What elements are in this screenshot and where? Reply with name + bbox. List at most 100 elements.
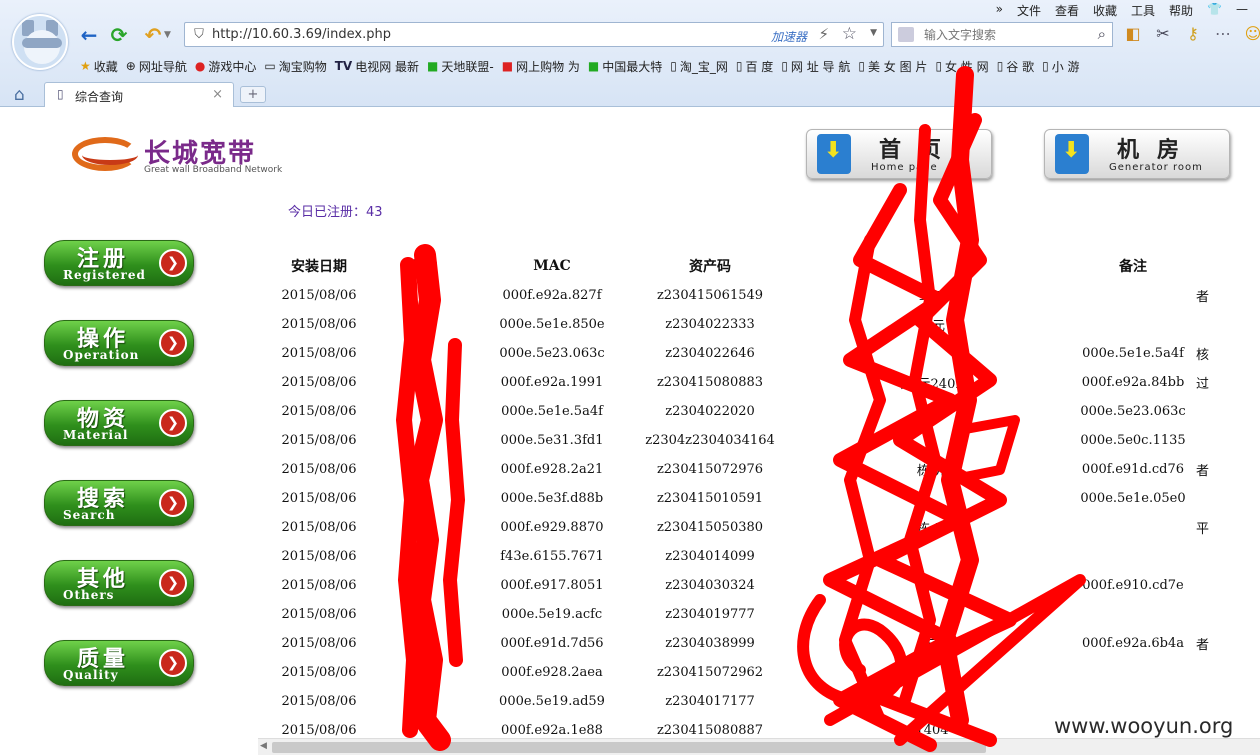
cell-address bbox=[794, 542, 1070, 571]
cell-address: 单元 bbox=[918, 319, 945, 334]
sidebar-item-material[interactable]: 物资 Material ❯ bbox=[44, 400, 194, 446]
bookmark-label: 淘_宝_网 bbox=[679, 59, 728, 74]
cell-mac: 000f.e92a.1991 bbox=[500, 375, 604, 390]
globe-icon: ⊕ bbox=[125, 59, 136, 73]
sidebar-item-search[interactable]: 搜索 Search ❯ bbox=[44, 480, 194, 526]
cell-extra bbox=[1196, 600, 1236, 629]
chevron-right-icon: ❯ bbox=[159, 489, 187, 517]
overflow-chevron-icon[interactable]: » bbox=[996, 2, 1003, 18]
cell-asset: z2304038999 bbox=[665, 636, 755, 651]
search-icon[interactable]: ⌕ bbox=[1098, 25, 1106, 43]
cell-extra bbox=[1196, 542, 1236, 571]
bookmark-item[interactable]: ▯ 谷 歌 bbox=[995, 56, 1040, 76]
close-icon[interactable]: × bbox=[212, 87, 223, 102]
cell-mac: 000f.e91d.7d56 bbox=[500, 636, 604, 651]
home-page-button[interactable]: ⬇ 首页 Home page bbox=[806, 129, 992, 179]
cell-date: 2015/08/06 bbox=[281, 694, 357, 709]
address-url[interactable]: http://10.60.3.69/index.php bbox=[212, 27, 391, 42]
address-dropdown-icon[interactable]: ▼ bbox=[870, 28, 877, 38]
sidebar-item-operation[interactable]: 操作 Operation ❯ bbox=[44, 320, 194, 366]
scrollbar-thumb[interactable] bbox=[272, 742, 986, 753]
cell-asset: z2304030324 bbox=[665, 578, 755, 593]
horizontal-scrollbar[interactable]: ◀ bbox=[258, 738, 1260, 755]
bookmark-item[interactable]: ▯ 淘_宝_网 bbox=[668, 56, 734, 76]
scroll-left-icon[interactable]: ◀ bbox=[260, 741, 267, 751]
cell-note bbox=[1070, 658, 1196, 687]
menu-help[interactable]: 帮助 bbox=[1169, 2, 1193, 18]
sidebar-item-registered[interactable]: 注册 Registered ❯ bbox=[44, 240, 194, 286]
refresh-icon[interactable]: ⟳ bbox=[108, 24, 130, 46]
bookmark-item[interactable]: ● 游戏中心 bbox=[193, 56, 263, 76]
bolt-icon[interactable]: ⚡ bbox=[818, 25, 829, 43]
bookmark-item[interactable]: ★ 收藏 bbox=[78, 56, 124, 76]
cell-address bbox=[794, 426, 1070, 455]
generator-room-button[interactable]: ⬇ 机房 Generator room bbox=[1044, 129, 1230, 179]
cell-date: 2015/08/06 bbox=[281, 346, 357, 361]
cell-site bbox=[368, 281, 478, 310]
cell-extra bbox=[1196, 571, 1236, 600]
cell-address: 单元 bbox=[918, 290, 945, 305]
home-icon[interactable]: ⌂ bbox=[14, 85, 25, 105]
menu-file[interactable]: 文件 bbox=[1017, 2, 1041, 18]
bookmark-item[interactable]: ▯ 女 性 网 bbox=[933, 56, 994, 76]
scissors-icon[interactable]: ✂ bbox=[1153, 24, 1173, 43]
cell-date: 2015/08/06 bbox=[281, 607, 357, 622]
sidebar-icon[interactable]: ◧ bbox=[1123, 24, 1143, 43]
home-button-label-cn: 首页 bbox=[879, 137, 960, 163]
cell-address: 元 bbox=[925, 638, 939, 653]
site-icon: ■ bbox=[501, 59, 514, 73]
sidebar-item-quality[interactable]: 质量 Quality ❯ bbox=[44, 640, 194, 686]
cell-asset: z2304022020 bbox=[665, 404, 755, 419]
undo-icon[interactable]: ↶ bbox=[142, 24, 164, 46]
bookmark-item[interactable]: ▯ 百 度 bbox=[734, 56, 779, 76]
sidebar-item-others[interactable]: 其他 Others ❯ bbox=[44, 560, 194, 606]
cell-mac: 000e.5e19.acfc bbox=[501, 607, 603, 622]
bookmark-item[interactable]: ▯ 小 游 bbox=[1040, 56, 1085, 76]
company-logo: 长城宽带 Great wall Broadband Network bbox=[72, 133, 322, 179]
column-header-address bbox=[794, 251, 1070, 281]
page-icon: ▯ bbox=[781, 59, 788, 73]
menu-tools[interactable]: 工具 bbox=[1131, 2, 1155, 18]
bookmark-item[interactable]: ■ 网上购物 为 bbox=[500, 56, 586, 76]
chevron-right-icon: ❯ bbox=[159, 329, 187, 357]
sidebar-item-label-en: Material bbox=[63, 428, 129, 442]
key-icon[interactable]: ⚷ bbox=[1183, 24, 1203, 43]
cell-mac: 000e.5e3f.d88b bbox=[500, 491, 604, 506]
star-icon[interactable]: ☆ bbox=[842, 24, 857, 44]
cell-site bbox=[368, 542, 478, 571]
bookmark-item[interactable]: ▯ 网 址 导 航 bbox=[779, 56, 856, 76]
skin-icon[interactable]: 👕 bbox=[1207, 2, 1222, 18]
cell-date: 2015/08/06 bbox=[281, 375, 357, 390]
star-icon: ★ bbox=[80, 59, 91, 73]
undo-dropdown-icon[interactable]: ▼ bbox=[164, 30, 171, 40]
sidebar-item-label-en: Search bbox=[63, 508, 116, 522]
cell-asset: z2304022646 bbox=[665, 346, 755, 361]
bookmark-item[interactable]: ⊕ 网址导航 bbox=[124, 56, 193, 76]
bookmark-label: 天地联盟- bbox=[441, 59, 494, 74]
tab-comprehensive-query[interactable]: ▯ 综合查询 × bbox=[44, 82, 234, 107]
user-avatar[interactable] bbox=[12, 14, 68, 70]
bookmark-item[interactable]: ▯ 美 女 图 片 bbox=[856, 56, 933, 76]
cell-site bbox=[368, 600, 478, 629]
back-arrow-icon[interactable]: ← bbox=[78, 24, 100, 46]
search-input[interactable] bbox=[924, 26, 1094, 44]
new-tab-button[interactable]: + bbox=[240, 86, 266, 103]
minimize-icon[interactable]: — bbox=[1236, 2, 1248, 18]
bookmark-item[interactable]: TV 电视网 最新 bbox=[333, 56, 425, 76]
download-arrow-icon: ⬇ bbox=[1055, 134, 1089, 174]
accelerator-button[interactable]: 加速器 bbox=[771, 28, 807, 45]
bookmark-item[interactable]: ■ 中国最大特 bbox=[586, 56, 668, 76]
menu-favorites[interactable]: 收藏 bbox=[1093, 2, 1117, 18]
smiley-icon[interactable]: ☺ bbox=[1243, 24, 1260, 43]
bookmark-item[interactable]: ▭ 淘宝购物 bbox=[262, 56, 332, 76]
cell-mac: f43e.6155.7671 bbox=[500, 549, 604, 564]
menu-view[interactable]: 查看 bbox=[1055, 2, 1079, 18]
address-bar[interactable]: ⛉ http://10.60.3.69/index.php 加速器 ⚡ ☆ ▼ bbox=[184, 22, 884, 47]
more-icon[interactable]: ⋯ bbox=[1213, 24, 1233, 43]
sidebar-item-label-en: Registered bbox=[63, 268, 146, 282]
bookmark-item[interactable]: ■ 天地联盟- bbox=[425, 56, 500, 76]
search-engine-icon[interactable] bbox=[898, 27, 914, 42]
tab-strip: ⌂ ▯ 综合查询 × + bbox=[0, 82, 1260, 107]
table-row: 2015/08/06 000f.e917.8051 z2304030324 元 000f… bbox=[270, 571, 1236, 600]
cell-address: 栋 元 bbox=[916, 464, 948, 479]
